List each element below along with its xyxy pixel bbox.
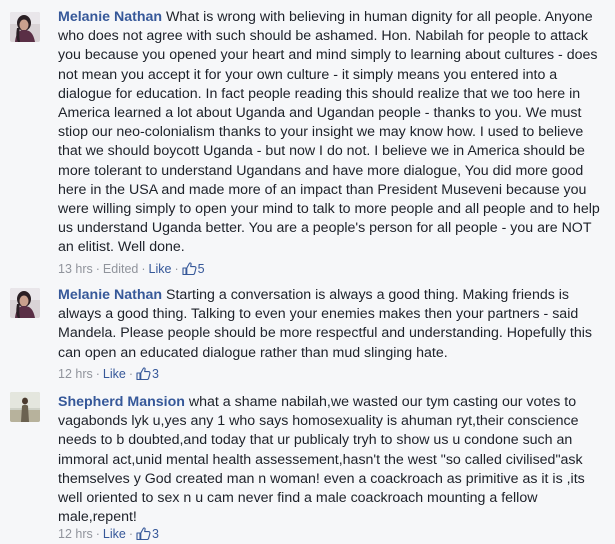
avatar-image [10, 288, 40, 318]
edited-label[interactable]: Edited [103, 262, 138, 276]
comment-actions: 12 hrs · Like · 3 [58, 366, 159, 382]
avatar[interactable] [10, 288, 40, 318]
comment-actions: 13 hrs · Edited · Like · 5 [58, 261, 205, 277]
separator: · [95, 367, 100, 381]
comment-actions: 12 hrs · Like · 3 [58, 526, 159, 542]
separator: · [141, 262, 146, 276]
comment-text: What is wrong with believing in human di… [58, 9, 600, 256]
separator: · [174, 262, 179, 276]
like-button[interactable]: Like [103, 367, 126, 381]
comment-timestamp[interactable]: 13 hrs [58, 262, 93, 276]
comment-body: Melanie Nathan What is wrong with believ… [58, 8, 608, 258]
comment-text: what a shame nabilah,we wasted our tym c… [58, 394, 585, 526]
comment-body: Melanie Nathan Starting a conversation i… [58, 286, 608, 363]
avatar[interactable] [10, 392, 40, 422]
avatar-image [10, 12, 40, 42]
like-count: 3 [152, 527, 159, 541]
comment-timestamp[interactable]: 12 hrs [58, 367, 93, 381]
separator: · [128, 367, 134, 381]
avatar[interactable] [10, 12, 40, 42]
thumbs-up-icon [136, 367, 151, 380]
comment-timestamp[interactable]: 12 hrs [58, 527, 93, 541]
thumbs-up-icon [136, 527, 151, 540]
comment-body: Shepherd Mansion what a shame nabilah,we… [58, 393, 608, 527]
separator: · [128, 527, 134, 541]
comment-list: Melanie Nathan What is wrong with believ… [0, 0, 615, 544]
avatar-image [10, 392, 40, 422]
separator: · [95, 262, 100, 276]
like-count: 5 [197, 262, 205, 276]
comment-author[interactable]: Melanie Nathan [58, 287, 162, 303]
thumbs-up-icon [182, 262, 197, 275]
separator: · [95, 527, 100, 541]
like-button[interactable]: Like [103, 527, 126, 541]
like-count-button[interactable]: 5 [182, 262, 205, 276]
like-button[interactable]: Like [149, 262, 172, 276]
comment-author[interactable]: Shepherd Mansion [58, 394, 185, 410]
like-count: 3 [152, 367, 159, 381]
like-count-button[interactable]: 3 [136, 367, 159, 381]
comment-author[interactable]: Melanie Nathan [58, 9, 162, 25]
like-count-button[interactable]: 3 [136, 527, 159, 541]
